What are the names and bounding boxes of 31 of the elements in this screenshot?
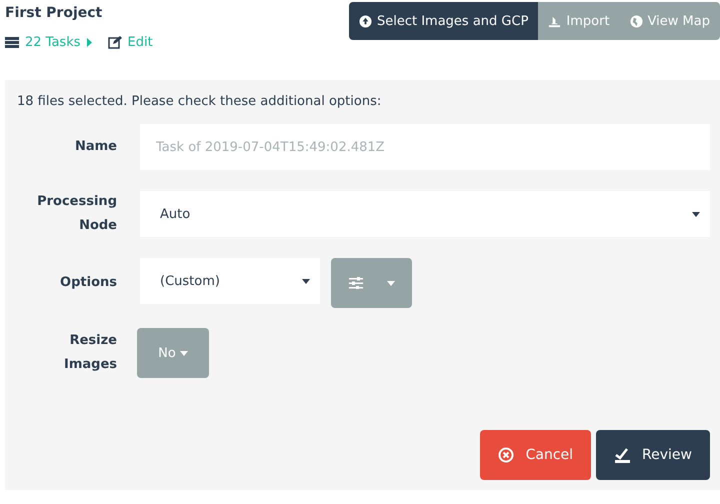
review-button[interactable]: Review (596, 430, 710, 480)
edit-icon (108, 36, 122, 49)
caret-icon (180, 350, 188, 356)
edit-link[interactable]: Edit (108, 35, 153, 50)
globe-icon (630, 14, 643, 28)
project-title: First Project (5, 5, 104, 21)
tab[interactable]: Import (538, 2, 620, 40)
settings-dropdown-button[interactable] (331, 258, 412, 308)
field-label: Name (74, 138, 117, 156)
tasks-link[interactable]: 22 Tasks (5, 35, 92, 50)
field-label: Options (59, 274, 117, 292)
caret-icon (692, 212, 700, 216)
caret-icon (386, 280, 394, 286)
options-select[interactable]: (Custom) (140, 258, 320, 304)
tab[interactable]: View Map (620, 2, 720, 40)
field-label: Resize Images (62, 332, 117, 374)
cancel-button[interactable]: Cancel (480, 430, 592, 480)
name-field[interactable]: Task of 2019-07-04T15:49:02.481Z (140, 124, 710, 170)
list-icon (5, 37, 19, 48)
caret-icon (86, 38, 92, 47)
tab[interactable]: Select Images and GCP (348, 2, 538, 40)
node-select[interactable]: Auto (140, 191, 710, 237)
resize-dropdown-button[interactable]: No (137, 328, 209, 378)
checkmark-icon (614, 447, 630, 463)
selection-message: 18 files selected. Please check these additional options: (17, 94, 382, 109)
cancel-icon (498, 447, 514, 463)
import-icon (548, 14, 562, 28)
sliders-icon (348, 277, 362, 289)
upload-icon (358, 14, 372, 28)
field-label: Processing Node (36, 193, 117, 235)
caret-icon (302, 278, 310, 284)
